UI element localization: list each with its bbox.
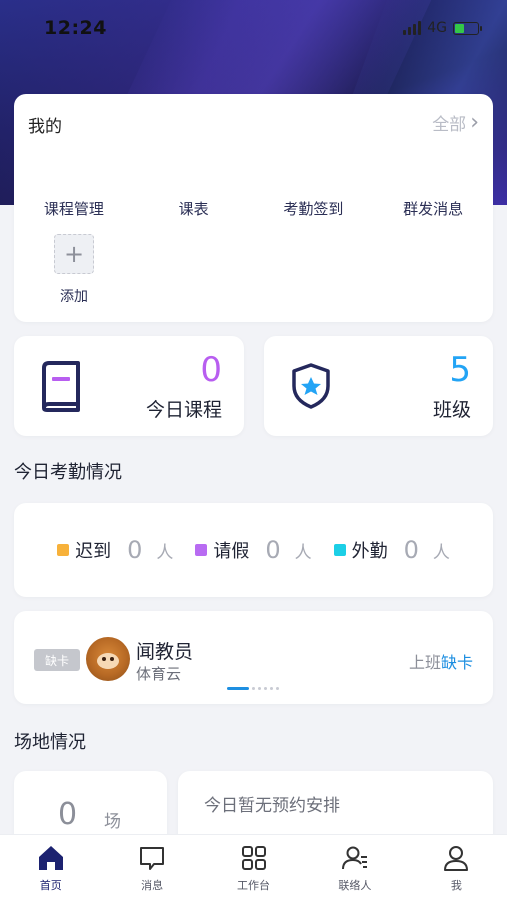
grid-icon <box>241 846 266 870</box>
tab-me[interactable]: 我 <box>406 835 507 900</box>
leave-label: 请假 <box>213 541 250 562</box>
tab-messages-label: 消息 <box>141 879 164 892</box>
status-badge: 缺卡 <box>34 649 80 671</box>
network-type: 4G <box>427 20 447 36</box>
attendance-section-title: 今日考勤情况 <box>14 462 122 483</box>
my-card: 我的 全部 › 课程管理 课表 考勤签到 群发消息 + 添加 <box>14 94 493 322</box>
classes-count: 5 <box>449 350 471 390</box>
leave-count: 0 <box>265 536 281 564</box>
late-label: 迟到 <box>75 541 112 562</box>
tab-contacts-label: 联络人 <box>338 879 372 892</box>
add-label: 添加 <box>60 289 88 305</box>
chevron-right-icon: › <box>470 109 479 135</box>
carousel-indicator <box>227 687 279 690</box>
leave-dot <box>195 544 208 556</box>
today-courses-count: 0 <box>200 350 222 390</box>
status-indicators: 4G <box>403 20 482 36</box>
add-shortcut-button[interactable]: + 添加 <box>44 234 104 306</box>
status-time: 12:24 <box>44 17 107 39</box>
attendance-field[interactable]: 外勤 0 人 <box>333 536 450 564</box>
tab-bar: 首页 消息 工作台 联络人 我 <box>0 834 507 900</box>
venue-unit: 场 <box>104 812 121 832</box>
attendance-card: 迟到 0 人 请假 0 人 外勤 0 人 <box>14 503 493 597</box>
battery-icon <box>453 21 482 35</box>
contacts-icon <box>341 846 367 870</box>
avatar <box>86 637 130 681</box>
tab-messages[interactable]: 消息 <box>101 835 202 900</box>
status-bar: 12:24 4G <box>0 0 507 56</box>
shortcut-course-management[interactable]: 课程管理 <box>14 198 134 219</box>
late-dot <box>57 544 70 556</box>
shortcut-broadcast-message[interactable]: 群发消息 <box>373 198 493 219</box>
late-unit: 人 <box>156 542 174 563</box>
shortcut-attendance-checkin[interactable]: 考勤签到 <box>254 198 374 219</box>
tab-home-label: 首页 <box>39 879 62 892</box>
shortcut-row: 课程管理 课表 考勤签到 群发消息 <box>14 198 493 219</box>
tab-workbench[interactable]: 工作台 <box>203 835 304 900</box>
tab-workbench-label: 工作台 <box>237 879 271 892</box>
home-icon <box>38 846 63 870</box>
tab-home[interactable]: 首页 <box>0 835 101 900</box>
plus-icon: + <box>54 234 94 274</box>
venue-count: 0 <box>58 797 78 832</box>
field-dot <box>333 544 346 556</box>
attendance-late[interactable]: 迟到 0 人 <box>57 536 173 564</box>
shortcut-schedule[interactable]: 课表 <box>134 198 254 219</box>
classes-label: 班级 <box>432 399 471 421</box>
person-name: 闻教员 <box>136 641 194 663</box>
user-icon <box>444 846 469 871</box>
today-courses-label: 今日课程 <box>145 399 222 421</box>
attendance-record-card[interactable]: 缺卡 闻教员 体育云 上班缺卡 <box>14 611 493 704</box>
view-all-link[interactable]: 全部 › <box>432 110 479 135</box>
my-title: 我的 <box>28 117 62 137</box>
venue-section-title: 场地情况 <box>14 732 86 753</box>
today-courses-card[interactable]: 0 今日课程 <box>14 336 244 436</box>
shift-status: 上班缺卡 <box>409 649 473 673</box>
field-count: 0 <box>403 536 419 564</box>
late-count: 0 <box>127 536 143 564</box>
attendance-leave[interactable]: 请假 0 人 <box>195 536 312 564</box>
shift-label: 上班 <box>408 653 441 672</box>
signal-icon <box>403 21 422 35</box>
shift-status-value: 缺卡 <box>440 653 473 672</box>
tab-me-label: 我 <box>450 879 462 892</box>
tab-contacts[interactable]: 联络人 <box>304 835 405 900</box>
book-icon <box>42 361 80 412</box>
field-label: 外勤 <box>351 541 388 562</box>
person-org: 体育云 <box>136 665 182 683</box>
venue-empty-text: 今日暂无预约安排 <box>204 796 340 816</box>
field-unit: 人 <box>432 542 450 563</box>
message-icon <box>140 847 165 870</box>
leave-unit: 人 <box>294 542 312 563</box>
classes-card[interactable]: 5 班级 <box>264 336 493 436</box>
view-all-label: 全部 <box>432 115 467 135</box>
police-badge-icon <box>292 363 330 409</box>
